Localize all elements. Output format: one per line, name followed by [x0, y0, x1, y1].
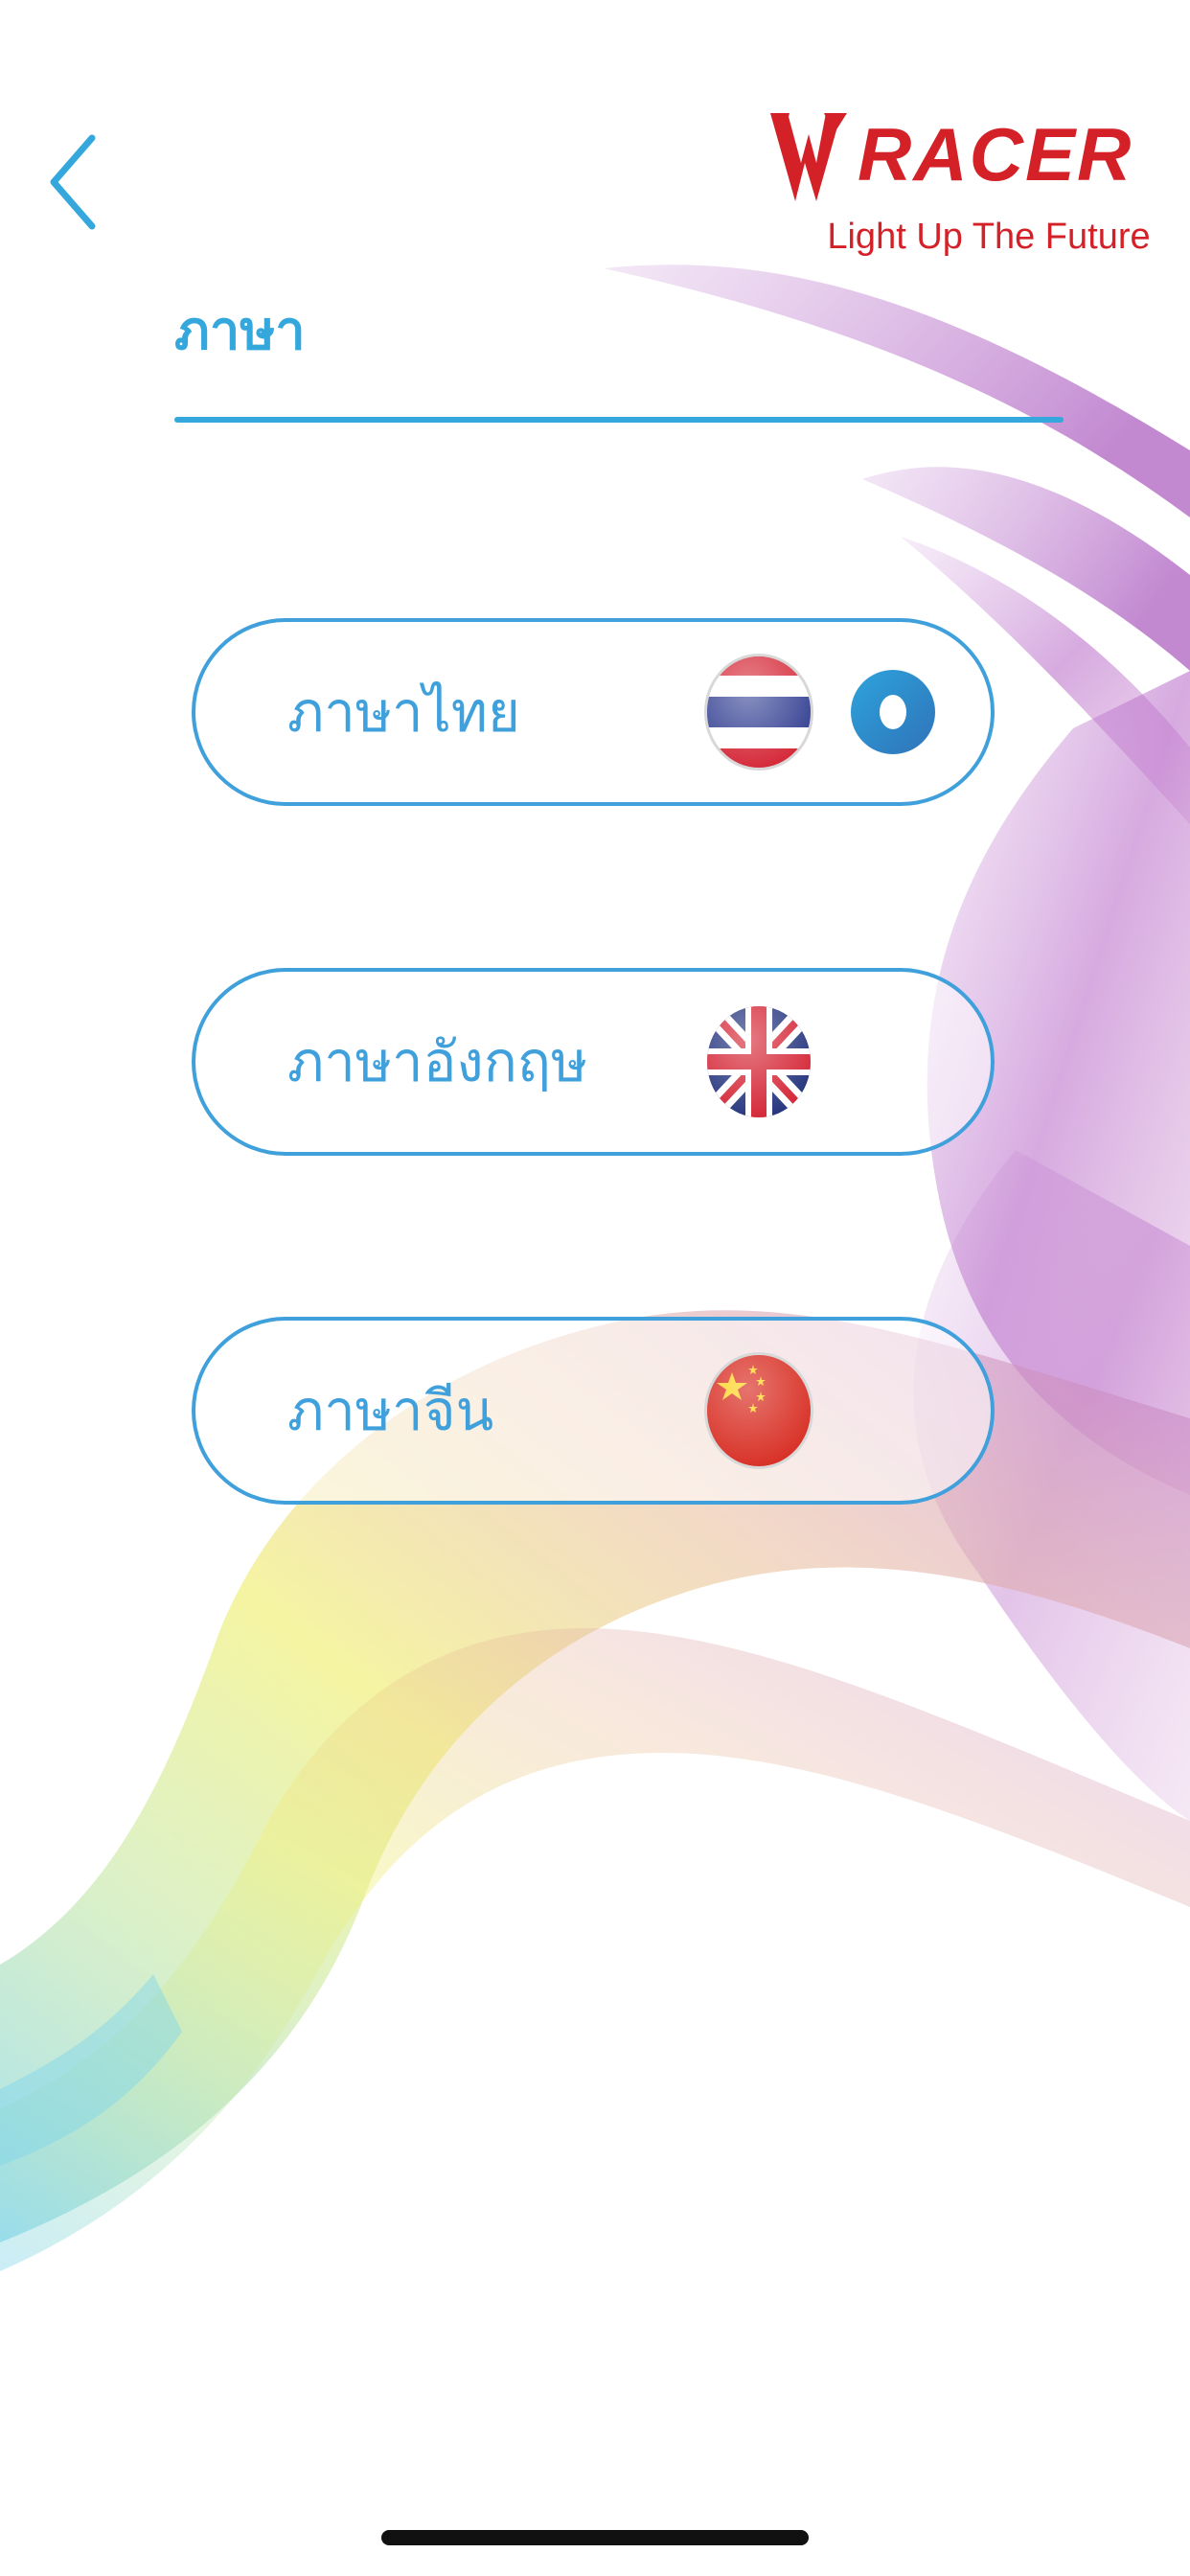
- brand-wordmark: RACER: [858, 112, 1133, 196]
- thailand-flag-icon: [704, 654, 813, 770]
- racer-emblem-icon: [770, 113, 847, 201]
- radio-selected-icon: [851, 670, 935, 754]
- back-button[interactable]: [34, 125, 111, 240]
- language-option-english[interactable]: ภาษาอังกฤษ: [192, 968, 995, 1156]
- language-label: ภาษาอังกฤษ: [287, 1029, 588, 1094]
- language-option-chinese[interactable]: ภาษาจีน: [192, 1317, 995, 1505]
- language-label: ภาษาไทย: [287, 679, 520, 745]
- title-divider: [174, 417, 1064, 423]
- brand-tagline: Light Up The Future: [827, 217, 1151, 257]
- united-kingdom-flag-icon: [707, 1006, 811, 1117]
- china-flag-icon: [704, 1352, 813, 1469]
- page-title: ภาษา: [174, 300, 306, 362]
- wave-background: [0, 264, 1190, 2271]
- language-option-thai[interactable]: ภาษาไทย: [192, 618, 995, 806]
- brand-logo: RACER Light Up The Future: [767, 105, 1169, 278]
- home-indicator[interactable]: [381, 2530, 809, 2545]
- chevron-left-icon: [50, 134, 96, 230]
- language-label: ภาษาจีน: [287, 1378, 494, 1443]
